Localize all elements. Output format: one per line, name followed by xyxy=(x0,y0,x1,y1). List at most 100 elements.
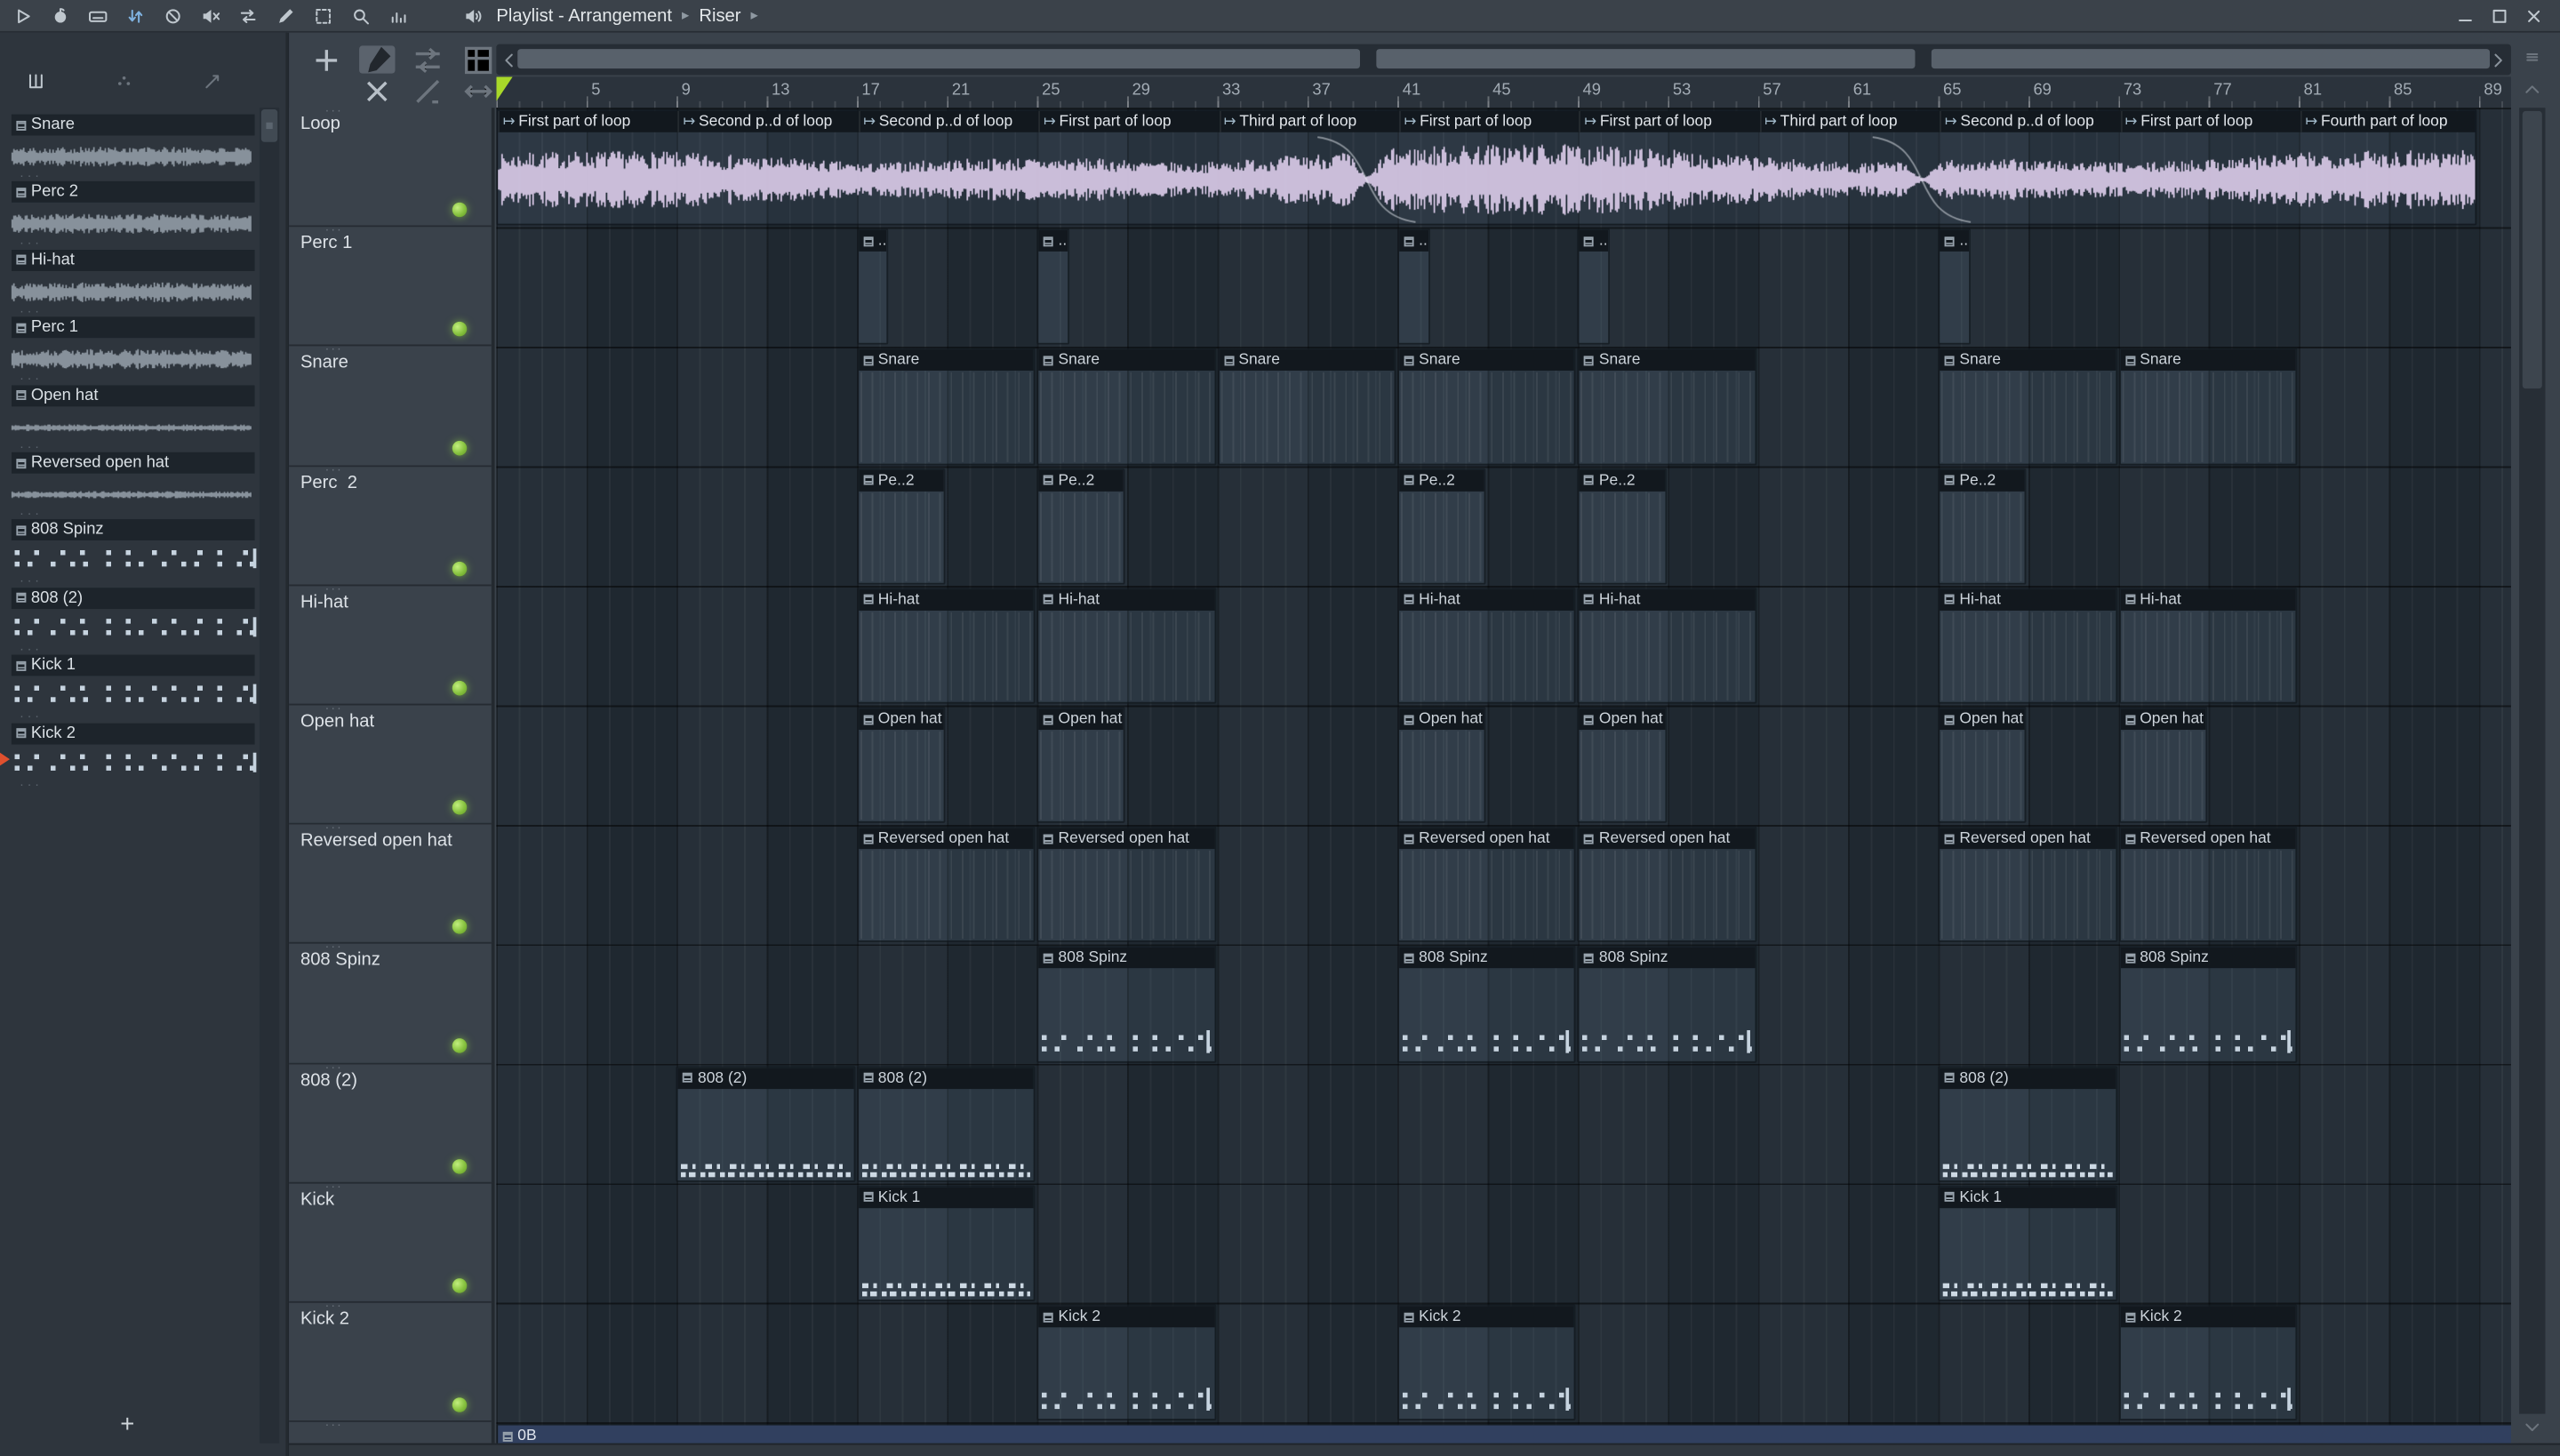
picker-item-label-bar[interactable]: Perc 1 xyxy=(11,316,255,339)
picker-item-label-bar[interactable]: Perc 2 xyxy=(11,181,255,204)
clip-reversed-open-hat[interactable]: Reversed open hat xyxy=(2118,826,2298,943)
fl-logo-icon[interactable] xyxy=(47,3,73,28)
track-header-perc-1[interactable]: ··· Perc 1 xyxy=(289,222,492,348)
clip-reversed-open-hat[interactable]: Reversed open hat xyxy=(1938,826,2117,943)
playlist-minimap-scrollbar[interactable] xyxy=(496,44,2511,76)
tool-delete-button[interactable] xyxy=(359,76,395,104)
scroll-up-button[interactable] xyxy=(2519,76,2545,102)
clip-open-hat[interactable]: Open hat xyxy=(1036,707,1126,824)
tool-draw-button[interactable] xyxy=(359,45,396,74)
clip-pe-2[interactable]: Pe..2 xyxy=(1397,468,1486,585)
minimap-thumb[interactable] xyxy=(517,49,1360,69)
picker-item-hi-hat[interactable]: Hi-hat ··· xyxy=(11,249,255,318)
panel-options-icon[interactable] xyxy=(2519,44,2545,70)
timeline-ruler[interactable]: 5 9 13 17 21 25 29 33 37 41 45 49 53 57 61 65 69 73 77 81 85… xyxy=(496,76,2511,108)
clip-loop[interactable]: .. xyxy=(1938,228,1971,346)
clip-808-spinz[interactable]: 808 Spinz xyxy=(2118,946,2298,1062)
picker-item-808-2[interactable]: 808 (2) ··· xyxy=(11,587,259,656)
track-name[interactable]: Perc 1 xyxy=(300,234,352,253)
picker-item-reversed-open-hat[interactable]: Reversed open hat ··· xyxy=(11,452,255,521)
loop-marker[interactable]: ↦ First part of loop xyxy=(1038,110,1216,132)
clip-open-hat[interactable]: Open hat xyxy=(2118,707,2207,824)
track-header-kick-2[interactable]: ··· Kick 2 xyxy=(289,1298,492,1423)
vertical-scrollbar-thumb[interactable] xyxy=(2522,110,2542,389)
loop-marker[interactable]: ↦ Second p..d of loop xyxy=(677,110,855,132)
clip-808-spinz[interactable]: 808 Spinz xyxy=(1577,946,1756,1062)
clip-snare[interactable]: Snare xyxy=(1938,348,2117,465)
picker-item-label-bar[interactable]: Hi-hat xyxy=(11,249,255,271)
scroll-down-button[interactable] xyxy=(2519,1414,2545,1440)
clip-kick-2[interactable]: Kick 2 xyxy=(1397,1304,1577,1421)
loop-marker[interactable]: ↦ Second p..d of loop xyxy=(1940,110,2116,132)
clip-808-2[interactable]: 808 (2) xyxy=(676,1065,856,1182)
loop-marker[interactable]: ↦ First part of loop xyxy=(2120,110,2297,132)
clip-808-2[interactable]: 808 (2) xyxy=(1938,1065,2117,1182)
track-name[interactable]: 808 Spinz xyxy=(300,951,380,971)
track-enable-led[interactable] xyxy=(452,680,468,696)
track-name[interactable]: Perc 2 xyxy=(300,473,357,492)
clip-snare[interactable]: Snare xyxy=(856,348,1036,465)
clip-loop[interactable]: .. xyxy=(856,228,890,346)
track-name[interactable]: Loop xyxy=(300,115,340,134)
picker-scrollbar-thumb[interactable] xyxy=(260,109,278,142)
clip-kick-1[interactable]: Kick 1 xyxy=(1938,1185,2117,1301)
mute-icon[interactable] xyxy=(197,3,223,28)
clip-kick-1[interactable]: Kick 1 xyxy=(856,1185,1036,1301)
clip-reversed-open-hat[interactable]: Reversed open hat xyxy=(856,826,1036,943)
vertical-scrollbar[interactable] xyxy=(2519,108,2546,1414)
clip-pe-2[interactable]: Pe..2 xyxy=(1938,468,2028,585)
clip-snare[interactable]: Snare xyxy=(1036,348,1216,465)
track-header-hi-hat[interactable]: ··· Hi-hat xyxy=(289,581,492,706)
clip-kick-2[interactable]: Kick 2 xyxy=(1036,1304,1216,1421)
clip-snare[interactable]: Snare xyxy=(1397,348,1577,465)
tool-slip-button[interactable] xyxy=(410,45,445,73)
clip-pe-2[interactable]: Pe..2 xyxy=(1577,468,1667,585)
track-enable-led[interactable] xyxy=(452,1277,468,1293)
clip-open-hat[interactable]: Open hat xyxy=(1938,707,2028,824)
picker-item-label-bar[interactable]: Kick 2 xyxy=(11,722,255,744)
clip-hi-hat[interactable]: Hi-hat xyxy=(1036,587,1216,704)
track-enable-led[interactable] xyxy=(452,441,468,457)
track-name[interactable]: Open hat xyxy=(300,712,374,732)
typing-keyboard-icon[interactable] xyxy=(85,3,111,28)
track-enable-led[interactable] xyxy=(452,322,468,337)
track-menu-dots[interactable]: ··· xyxy=(325,1418,343,1433)
clip-0b[interactable]: 0B xyxy=(496,1423,2511,1444)
playhead-start-marker[interactable] xyxy=(496,76,513,101)
add-sample-button[interactable]: + xyxy=(105,1411,150,1440)
close-button[interactable] xyxy=(2521,3,2547,28)
track-header-loop[interactable]: ··· xyxy=(289,1418,492,1444)
arrangement-name[interactable]: Riser xyxy=(699,5,740,25)
clip-loop[interactable]: ↦ First part of loop ↦ Second p..d of loop ↦… xyxy=(496,109,2478,226)
picker-item-label-bar[interactable]: Reversed open hat xyxy=(11,452,255,474)
playlist-grid[interactable]: ↦ First part of loop ↦ Second p..d of loop ↦… xyxy=(496,108,2511,1444)
clip-open-hat[interactable]: Open hat xyxy=(1397,707,1486,824)
minimize-button[interactable] xyxy=(2452,3,2478,28)
picker-item-open-hat[interactable]: Open hat ··· xyxy=(11,384,255,453)
track-header-kick[interactable]: ··· Kick xyxy=(289,1179,492,1303)
track-name[interactable]: Hi-hat xyxy=(300,592,348,612)
loop-marker[interactable]: ↦ First part of loop xyxy=(1579,110,1756,132)
no-snap-icon[interactable] xyxy=(160,3,186,28)
track-enable-led[interactable] xyxy=(452,202,468,218)
clip-loop[interactable]: .. xyxy=(1577,228,1611,346)
clip-reversed-open-hat[interactable]: Reversed open hat xyxy=(1577,826,1756,943)
track-header-808-2[interactable]: ··· 808 (2) xyxy=(289,1059,492,1184)
track-enable-led[interactable] xyxy=(452,1158,468,1173)
clip-open-hat[interactable]: Open hat xyxy=(856,707,946,824)
track-header-reversed-open-hat[interactable]: ··· Reversed open hat xyxy=(289,820,492,945)
clip-loop[interactable]: .. xyxy=(1397,228,1430,346)
loop-marker[interactable]: ↦ Third part of loop xyxy=(1219,110,1396,132)
clip-hi-hat[interactable]: Hi-hat xyxy=(1577,587,1756,704)
track-enable-led[interactable] xyxy=(452,799,468,815)
clip-open-hat[interactable]: Open hat xyxy=(1577,707,1667,824)
zoom-icon[interactable] xyxy=(348,3,373,28)
clip-reversed-open-hat[interactable]: Reversed open hat xyxy=(1397,826,1577,943)
track-name[interactable]: Kick xyxy=(300,1190,334,1210)
picker-item-label-bar[interactable]: Kick 1 xyxy=(11,654,255,676)
clip-808-2[interactable]: 808 (2) xyxy=(856,1065,1036,1182)
meter-icon[interactable] xyxy=(385,3,411,28)
marquee-icon[interactable] xyxy=(310,3,336,28)
tool-grid-snap-button[interactable] xyxy=(460,45,496,74)
clip-snare[interactable]: Snare xyxy=(1217,348,1396,465)
